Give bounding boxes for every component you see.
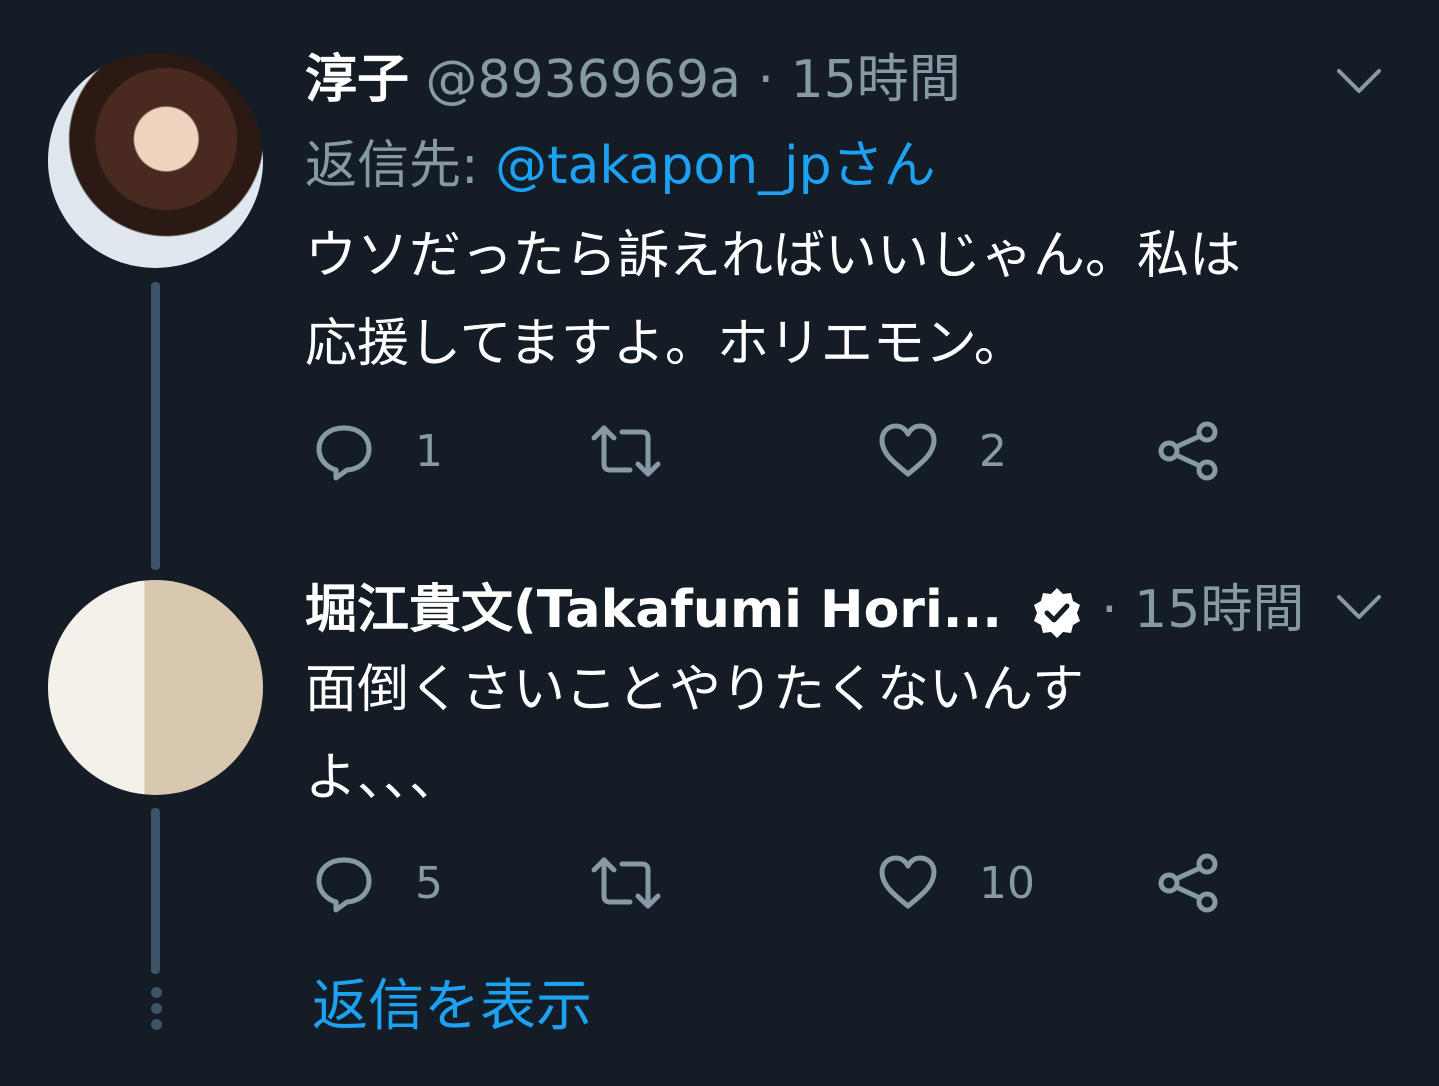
- tweet-header: 淳子 @8936969a · 15時間: [305, 50, 961, 110]
- like-button[interactable]: 10: [877, 852, 1035, 914]
- retweet-button[interactable]: [590, 420, 708, 482]
- reply-count: 5: [415, 857, 443, 909]
- chevron-down-icon[interactable]: [1335, 592, 1383, 622]
- retweet-button[interactable]: [590, 852, 708, 914]
- retweet-icon: [591, 425, 661, 477]
- reply-button[interactable]: 1: [313, 420, 443, 482]
- display-name[interactable]: 淳子: [305, 50, 409, 110]
- timestamp[interactable]: 15時間: [791, 50, 961, 110]
- tweet[interactable]: 淳子 @8936969a · 15時間 返信先: @takapon_jpさん ウ…: [0, 0, 1439, 520]
- timestamp[interactable]: 15時間: [1134, 580, 1304, 640]
- tweet-text: ウソだったら訴えればいいじゃん。私は 応援してますよ。ホリエモン。: [305, 212, 1241, 388]
- verified-badge-icon: [1033, 588, 1080, 638]
- reply-to-link[interactable]: @takapon_jpさん: [495, 136, 936, 196]
- separator: ·: [1101, 580, 1118, 640]
- tweet-text-line: 応援してますよ。ホリエモン。: [305, 314, 1026, 374]
- like-icon: [879, 423, 937, 477]
- thread-more-dot: [151, 1019, 162, 1030]
- reply-button[interactable]: 5: [313, 852, 443, 914]
- share-icon: [1158, 853, 1218, 913]
- like-count: 2: [979, 425, 1007, 477]
- reply-prefix: 返信先:: [305, 136, 479, 196]
- thread-more-dot: [151, 1003, 162, 1014]
- reply-icon: [316, 425, 372, 481]
- display-name[interactable]: 堀江貴文(Takafumi Hori...: [305, 580, 1002, 640]
- reply-context: 返信先: @takapon_jpさん: [305, 136, 936, 196]
- thread-more-dot: [151, 987, 162, 998]
- like-icon: [879, 855, 937, 909]
- like-count: 10: [979, 857, 1035, 909]
- separator: ·: [757, 50, 775, 110]
- reply-icon: [316, 857, 372, 913]
- chevron-down-icon[interactable]: [1335, 66, 1383, 96]
- tweet-text-line: よ、、、: [305, 748, 462, 808]
- avatar[interactable]: [48, 53, 263, 268]
- tweet-text: 面倒くさいことやりたくないんす よ、、、: [305, 646, 1084, 822]
- avatar[interactable]: [48, 580, 263, 795]
- show-replies-link[interactable]: 返信を表示: [312, 972, 592, 1042]
- tweet-actions: 1 2: [305, 420, 1305, 490]
- reply-count: 1: [415, 425, 443, 477]
- handle[interactable]: @8936969a: [426, 50, 741, 110]
- share-icon: [1158, 421, 1218, 481]
- share-button[interactable]: [1157, 420, 1219, 482]
- tweet-actions: 5 10: [305, 852, 1305, 922]
- tweet-text-line: 面倒くさいことやりたくないんす: [305, 660, 1084, 720]
- share-button[interactable]: [1157, 852, 1219, 914]
- tweet-text-line: ウソだったら訴えればいいじゃん。私は: [305, 226, 1242, 286]
- like-button[interactable]: 2: [877, 420, 1007, 482]
- retweet-icon: [591, 857, 661, 909]
- tweet-header: 堀江貴文(Takafumi Hori... · 15時間: [305, 580, 1304, 641]
- tweet[interactable]: 堀江貴文(Takafumi Hori... · 15時間 面倒くさいことやりたく…: [0, 560, 1439, 960]
